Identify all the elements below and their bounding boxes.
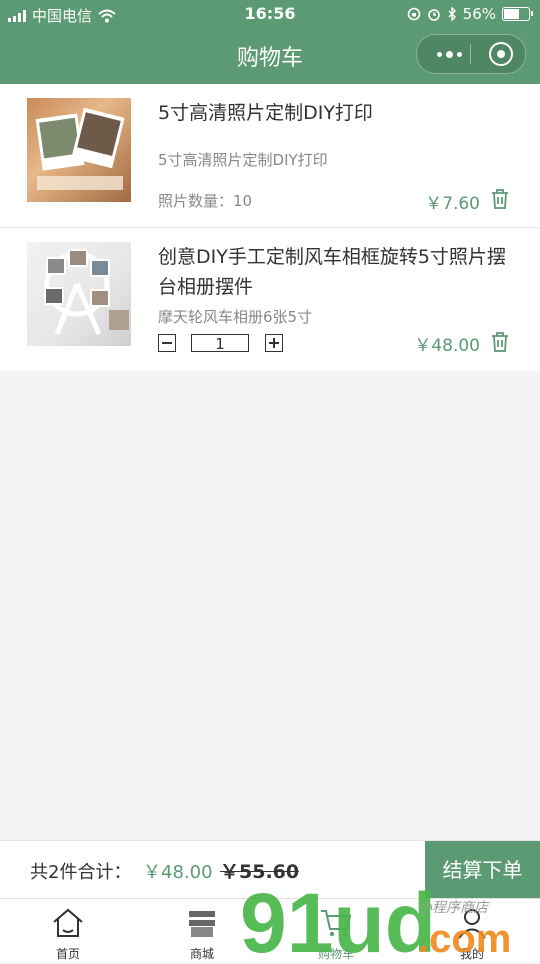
tab-label: 购物车 — [317, 947, 354, 961]
alarm-icon — [427, 9, 440, 21]
product-name[interactable]: 5寸高清照片定制DIY打印 — [158, 98, 518, 128]
product-price: ￥48.00 — [414, 336, 480, 356]
tab-label: 首页 — [55, 947, 80, 961]
delete-icon[interactable] — [490, 331, 510, 353]
user-icon — [458, 909, 486, 939]
photo-quantity: 照片数量：10 — [158, 192, 253, 210]
status-bar: 中国电信 16:56 56% — [0, 0, 540, 28]
original-price: ￥55.60 — [220, 861, 300, 883]
product-image[interactable] — [27, 242, 131, 346]
decrease-button[interactable] — [158, 334, 176, 352]
home-icon — [53, 908, 83, 937]
product-image[interactable] — [27, 98, 131, 202]
lock-rotation-icon — [407, 7, 420, 21]
product-spec: 摩天轮风车相册6张5寸 — [158, 308, 313, 326]
tab-label: 我的 — [459, 947, 484, 961]
tab-cart[interactable]: 购物车 — [296, 899, 376, 961]
quantity-stepper: 1 — [158, 332, 283, 354]
cart-item[interactable]: 创意DIY手工定制风车相框旋转5寸照片摆台相册摆件 摩天轮风车相册6张5寸 1 … — [0, 228, 540, 371]
product-name[interactable]: 创意DIY手工定制风车相框旋转5寸照片摆台相册摆件 — [158, 242, 518, 302]
total-price: ￥48.00 — [143, 862, 213, 883]
tab-label: 商城 — [189, 947, 214, 961]
bluetooth-icon — [448, 7, 456, 21]
product-price: ￥7.60 — [425, 194, 480, 214]
delete-icon[interactable] — [490, 188, 510, 210]
tab-bar: 首页 商城 购物车 我的 — [0, 898, 540, 961]
tab-profile[interactable]: 我的 — [432, 899, 512, 961]
store-icon — [189, 911, 215, 937]
capsule-divider — [470, 44, 471, 64]
battery-percent: 56% — [462, 5, 496, 23]
close-program-icon[interactable] — [489, 42, 513, 66]
cart-icon — [321, 910, 352, 937]
navbar: 购物车 — [0, 28, 540, 84]
more-icon[interactable] — [431, 45, 467, 63]
cart-summary-bar: 共2件合计： ￥48.00 ￥55.60 结算下单 — [0, 840, 540, 899]
product-spec: 5寸高清照片定制DIY打印 — [158, 151, 328, 169]
battery-icon — [502, 7, 533, 21]
mini-program-capsule — [416, 34, 526, 74]
summary-label: 共2件合计： — [30, 862, 132, 883]
increase-button[interactable] — [265, 334, 283, 352]
tab-store[interactable]: 商城 — [162, 899, 242, 961]
quantity-value[interactable]: 1 — [191, 334, 249, 353]
cart-item[interactable]: 5寸高清照片定制DIY打印 5寸高清照片定制DIY打印 照片数量：10 ￥7.6… — [0, 84, 540, 228]
tab-home[interactable]: 首页 — [28, 899, 108, 961]
checkout-button[interactable]: 结算下单 — [425, 841, 540, 899]
